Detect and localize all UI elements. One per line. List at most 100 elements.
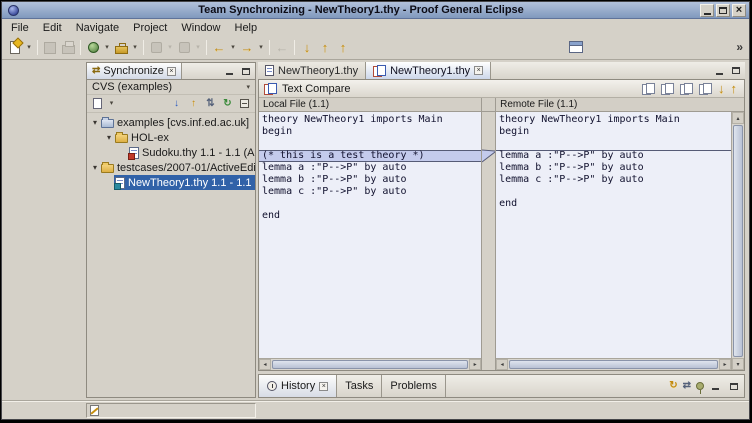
minimize-view-button[interactable] — [223, 66, 236, 77]
previous-change-button[interactable]: ↑ — [316, 38, 334, 58]
synchronize-view-icon: ⇄ — [92, 66, 100, 76]
tab-newtheory1-editor[interactable]: NewTheory1.thy — [258, 62, 366, 79]
maximize-view-button[interactable] — [729, 65, 742, 76]
back-button[interactable]: ← — [210, 38, 228, 58]
chevron-down-icon[interactable]: ▾ — [246, 84, 250, 91]
copy-all-left-to-right-icon[interactable] — [642, 83, 655, 94]
local-file-pane[interactable]: theory NewTheory1 imports Main begin (* … — [259, 112, 482, 370]
minimize-view-button[interactable] — [709, 381, 722, 392]
outgoing-mode-button[interactable]: ↑ — [186, 96, 201, 111]
expander-icon[interactable]: ▾ — [90, 119, 100, 127]
scrollbar-thumb[interactable] — [733, 125, 743, 357]
status-message-cell — [86, 403, 256, 418]
menu-file[interactable]: File — [4, 20, 36, 36]
copy-current-left-to-right-icon[interactable] — [680, 83, 693, 94]
maximize-view-button[interactable] — [239, 66, 252, 77]
next-change-button[interactable]: ↓ — [298, 38, 316, 58]
external-tools-button[interactable] — [112, 38, 130, 58]
local-file-content[interactable]: theory NewTheory1 imports Main begin (* … — [259, 112, 481, 358]
scroll-up-icon[interactable]: ▴ — [732, 112, 744, 124]
both-mode-icon: ⇅ — [206, 99, 214, 109]
code-line: lemma c :"P-->P" by auto — [259, 186, 481, 198]
tab-history[interactable]: History × — [259, 375, 337, 397]
incoming-mode-button[interactable]: ↓ — [169, 96, 184, 111]
menu-help[interactable]: Help — [228, 20, 265, 36]
tab-newtheory1-compare[interactable]: NewTheory1.thy × — [366, 62, 491, 79]
editor-state-icon — [90, 405, 99, 416]
tree-item-examples[interactable]: examples [cvs.inf.ed.ac.uk] — [100, 115, 255, 130]
remote-file-content[interactable]: theory NewTheory1 imports Main begin lem… — [496, 112, 731, 358]
copy-all-right-to-left-icon[interactable] — [661, 83, 674, 94]
refresh-icon[interactable]: ↻ — [669, 381, 677, 391]
scrollbar-thumb[interactable] — [272, 360, 468, 369]
forward-dropdown[interactable]: ▾ — [256, 38, 266, 58]
menu-navigate[interactable]: Navigate — [69, 20, 126, 36]
maximize-view-button[interactable] — [727, 381, 740, 392]
titlebar[interactable]: Team Synchronizing - NewTheory1.thy - Pr… — [2, 2, 749, 19]
tree-item-newtheory1[interactable]: NewTheory1.thy 1.1 - 1.1 (A — [114, 175, 255, 190]
maximize-button[interactable] — [716, 4, 730, 17]
scroll-right-icon[interactable]: ▸ — [719, 359, 731, 370]
tree-row[interactable]: NewTheory1.thy 1.1 - 1.1 (A — [87, 175, 255, 190]
forward-button[interactable]: → — [238, 38, 256, 58]
tab-tasks[interactable]: Tasks — [337, 375, 382, 397]
desktop-background: Team Synchronizing - NewTheory1.thy - Pr… — [0, 0, 752, 423]
code-line: lemma a :"P-->P" by auto — [259, 162, 481, 174]
link-with-editor-icon[interactable]: ⇄ — [683, 381, 691, 391]
external-tools-dropdown[interactable]: ▾ — [130, 38, 140, 58]
horizontal-scrollbar[interactable]: ◂ ▸ — [259, 358, 481, 370]
menu-window[interactable]: Window — [174, 20, 227, 36]
tab-problems[interactable]: Problems — [382, 375, 445, 397]
both-mode-button[interactable]: ⇅ — [203, 96, 218, 111]
tree-row[interactable]: Sudoku.thy 1.1 - 1.1 (ASCII -k — [87, 145, 255, 160]
scroll-left-icon[interactable]: ◂ — [259, 359, 271, 370]
close-tab-icon[interactable]: × — [319, 382, 328, 391]
tab-synchronize[interactable]: ⇄ Synchronize × — [87, 63, 182, 79]
debug-button[interactable] — [84, 38, 102, 58]
refresh-button[interactable]: ↻ — [220, 96, 235, 111]
mode-button[interactable] — [90, 96, 105, 111]
perspective-icon[interactable] — [569, 41, 583, 53]
debug-dropdown[interactable]: ▾ — [102, 38, 112, 58]
close-tab-icon[interactable]: × — [474, 66, 483, 75]
back-dropdown[interactable]: ▾ — [228, 38, 238, 58]
mode-dropdown[interactable]: ▾ — [107, 96, 116, 111]
folder-icon — [101, 164, 114, 173]
expander-icon[interactable]: ▾ — [90, 164, 100, 172]
vertical-scrollbar[interactable]: ▴ ▾ — [731, 112, 744, 370]
scrollbar-thumb[interactable] — [509, 360, 718, 369]
tree-row[interactable]: ▾ HOL-ex — [87, 130, 255, 145]
menu-project[interactable]: Project — [126, 20, 174, 36]
refresh-icon: ↻ — [223, 99, 231, 109]
close-tab-icon[interactable]: × — [167, 67, 176, 76]
remote-file-pane[interactable]: theory NewTheory1 imports Main begin lem… — [495, 112, 744, 370]
close-button[interactable]: × — [732, 4, 746, 17]
scroll-left-icon[interactable]: ◂ — [496, 359, 508, 370]
next-difference-icon[interactable]: ↓ — [718, 82, 725, 95]
minimize-view-button[interactable] — [713, 65, 726, 76]
code-line — [259, 138, 481, 150]
synchronization-selector[interactable]: CVS (examples) ▾ — [87, 80, 255, 95]
tree-item-testcases[interactable]: testcases/2007-01/ActiveEditorV — [100, 160, 255, 175]
scroll-down-icon[interactable]: ▾ — [732, 358, 744, 370]
new-dropdown[interactable]: ▾ — [24, 38, 34, 58]
expander-icon[interactable]: ▾ — [104, 134, 114, 142]
previous-difference-icon[interactable]: ↑ — [731, 82, 738, 95]
tree-row[interactable]: ▾ examples [cvs.inf.ed.ac.uk] — [87, 115, 255, 130]
toolbar-overflow-chevron[interactable]: » — [736, 40, 743, 54]
tree-item-hol-ex[interactable]: HOL-ex — [114, 130, 255, 145]
pin-icon[interactable] — [696, 382, 704, 390]
horizontal-scrollbar[interactable]: ◂ ▸ — [496, 358, 731, 370]
scroll-right-icon[interactable]: ▸ — [469, 359, 481, 370]
menu-edit[interactable]: Edit — [36, 20, 69, 36]
copy-current-right-to-left-icon[interactable] — [699, 83, 712, 94]
commit-button[interactable]: ↑ — [334, 38, 352, 58]
print-button — [59, 38, 77, 58]
mode-icon — [93, 98, 102, 109]
collapse-all-button[interactable] — [237, 96, 252, 111]
tree-row[interactable]: ▾ testcases/2007-01/ActiveEditorV — [87, 160, 255, 175]
save-button — [41, 38, 59, 58]
minimize-button[interactable] — [700, 4, 714, 17]
tree-item-sudoku[interactable]: Sudoku.thy 1.1 - 1.1 (ASCII -k — [128, 145, 255, 160]
new-button[interactable] — [6, 38, 24, 58]
